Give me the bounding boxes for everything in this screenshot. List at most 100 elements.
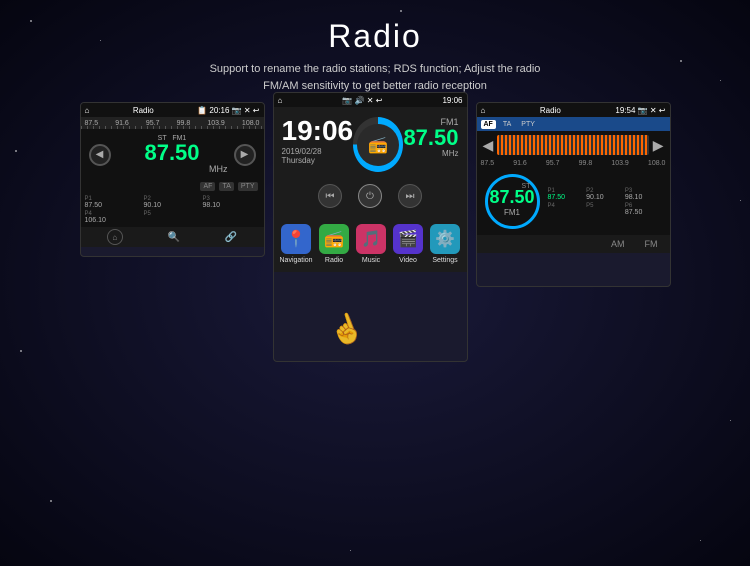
screen-right: ⌂ Radio 19:54 📷 ✕ ↩ AF TA PTY ◀ ▶ [476,102,671,287]
preset-p5[interactable]: P5 [144,211,201,224]
af-ta-bar: AF TA PTY [81,180,264,193]
close-icon-mid: ✕ [367,96,374,105]
video-icon: 🎬 [393,224,423,254]
right-preset-p6[interactable]: P6 87.50 [625,203,662,216]
left-title: Radio [133,106,154,115]
back-icon-mid: ↩ [376,96,383,105]
middle-status-icons: 📷 🔊 ✕ ↩ [342,96,382,105]
page-title: Radio [10,18,740,55]
radio-inner-icon: 📻 [357,124,399,166]
time-mid: 19:06 [442,96,462,105]
ta-button[interactable]: TA [219,182,233,191]
presets-left: P1 87.50 P2 90.10 P3 98.10 P4 106.10 P5 [81,193,264,227]
freq-display-left: ST FM1 87.50 MHz [117,135,228,174]
am-fm-bar: AM FM [477,235,670,253]
screenshots-container: ⌂ Radio 📋 20:16 📷 ✕ ↩ 87.5 91.6 95.7 99.… [0,102,750,362]
right-presets: P1 87.50 P2 90.10 P3 98.10 P4 [548,188,662,216]
time-display-left: 20:16 [209,106,229,115]
camera-icon-right: 📷 [638,106,648,115]
subtitle: Support to rename the radio stations; RD… [10,61,740,94]
freq-middle: 87.50 [403,127,458,149]
camera-icon: 📷 [232,106,242,115]
left-icons: 📋 20:16 📷 ✕ ↩ [197,106,259,115]
screen-left: ⌂ Radio 📋 20:16 📷 ✕ ↩ 87.5 91.6 95.7 99.… [80,102,265,257]
right-tuner: ◀ ▶ [477,131,670,159]
radio-progress-circle: 📻 [353,117,403,172]
nav-icon: 📍 [281,224,311,254]
af-button[interactable]: AF [200,182,215,191]
tuner-prev-button[interactable]: ◀ [483,137,494,154]
left-radio-main: ◀ ST FM1 87.50 MHz ▶ [81,129,264,180]
preset-p1[interactable]: P1 87.50 [85,196,142,209]
date-display: 2019/02/28 [282,147,354,156]
right-preset-p3[interactable]: P3 98.10 [625,188,662,201]
app-settings[interactable]: ⚙️ Settings [428,220,463,268]
am-label[interactable]: AM [611,239,625,249]
tuner-next-button[interactable]: ▶ [653,137,664,154]
back-icon: ↩ [253,106,260,115]
next-station-button[interactable]: ▶ [234,144,256,166]
app-radio[interactable]: 📻 Radio [317,220,352,268]
nav-label: Navigation [280,257,313,264]
app-video[interactable]: 🎬 Video [391,220,426,268]
right-main-row: ST 87.50 FM1 P1 87.50 P2 90.10 P3 [477,168,670,235]
home-icon: ⌂ [85,106,90,115]
right-header: ⌂ Radio 19:54 📷 ✕ ↩ [477,103,670,117]
pty-button-right[interactable]: PTY [518,120,538,129]
tuner-waveform [497,135,648,155]
search-icon[interactable]: 🔍 [168,232,180,243]
music-label: Music [362,257,380,264]
fm-label[interactable]: FM [645,239,658,249]
time-right: 19:54 [615,106,635,115]
right-preset-p2[interactable]: P2 90.10 [586,188,623,201]
home-icon-right: ⌂ [481,106,486,115]
close-icon-right: ✕ [650,106,657,115]
radio-label: Radio [325,257,343,264]
ta-button-right[interactable]: TA [500,120,514,129]
pty-button[interactable]: PTY [238,182,258,191]
skip-fwd-button[interactable]: ⏭ [398,184,422,208]
right-freq-bar: 87.5 91.6 95.7 99.8 103.9 108.0 [477,159,670,168]
right-title: Radio [540,106,561,115]
app-navigation[interactable]: 📍 Navigation [278,220,315,268]
music-icon: 🎵 [356,224,386,254]
freq-block-right: FM1 87.50 MHz [403,117,458,158]
preset-p2[interactable]: P2 90.10 [144,196,201,209]
bookmark-icon: 📋 [197,106,207,115]
back-icon-right: ↩ [659,106,666,115]
transport-controls: ⏮ ⏻ ⏭ [274,178,467,214]
settings-icon: ⚙️ [430,224,460,254]
app-grid: 📍 Navigation 📻 Radio 🎵 Music 🎬 Video ⚙️ [274,214,467,272]
close-icon: ✕ [244,106,251,115]
right-preset-p1[interactable]: P1 87.50 [548,188,585,201]
st-circle: ST 87.50 FM1 [485,174,540,229]
title-section: Radio Support to rename the radio statio… [0,0,750,102]
app-music[interactable]: 🎵 Music [354,220,389,268]
preset-p4[interactable]: P4 106.10 [85,211,142,224]
camera-icon-mid: 📷 [342,96,352,105]
clock-display: 19:06 [282,117,354,145]
home-button-left[interactable]: ⌂ [107,229,123,245]
left-header: ⌂ Radio 📋 20:16 📷 ✕ ↩ [81,103,264,117]
bottom-bar-left: ⌂ 🔍 🔗 [81,227,264,247]
home-icon-mid: ⌂ [278,96,283,105]
right-preset-p4[interactable]: P4 [548,203,585,216]
link-icon: 🔗 [225,232,237,243]
radio-icon: 📻 [319,224,349,254]
right-af-bar: AF TA PTY [477,117,670,131]
right-preset-p5[interactable]: P5 [586,203,623,216]
preset-p3[interactable]: P3 98.10 [203,196,260,209]
screen-middle: ⌂ 📷 🔊 ✕ ↩ 19:06 19:06 2019/02/28 Thursda… [273,92,468,362]
middle-main-area: 19:06 2019/02/28 Thursday 📻 FM1 87.50 MH… [274,107,467,178]
freq-bar-left: 87.5 91.6 95.7 99.8 103.9 108.0 [81,117,264,129]
skip-back-button[interactable]: ⏮ [318,184,342,208]
prev-station-button[interactable]: ◀ [89,144,111,166]
right-icons: 19:54 📷 ✕ ↩ [615,106,665,115]
power-button[interactable]: ⏻ [358,184,382,208]
frequency-left: 87.50 [117,142,228,164]
middle-header: ⌂ 📷 🔊 ✕ ↩ 19:06 [274,93,467,107]
af-button-right[interactable]: AF [481,120,496,129]
time-date-block: 19:06 2019/02/28 Thursday [282,117,354,165]
speaker-icon-mid: 🔊 [355,96,365,105]
hand-cursor: ☝️ [324,308,368,351]
